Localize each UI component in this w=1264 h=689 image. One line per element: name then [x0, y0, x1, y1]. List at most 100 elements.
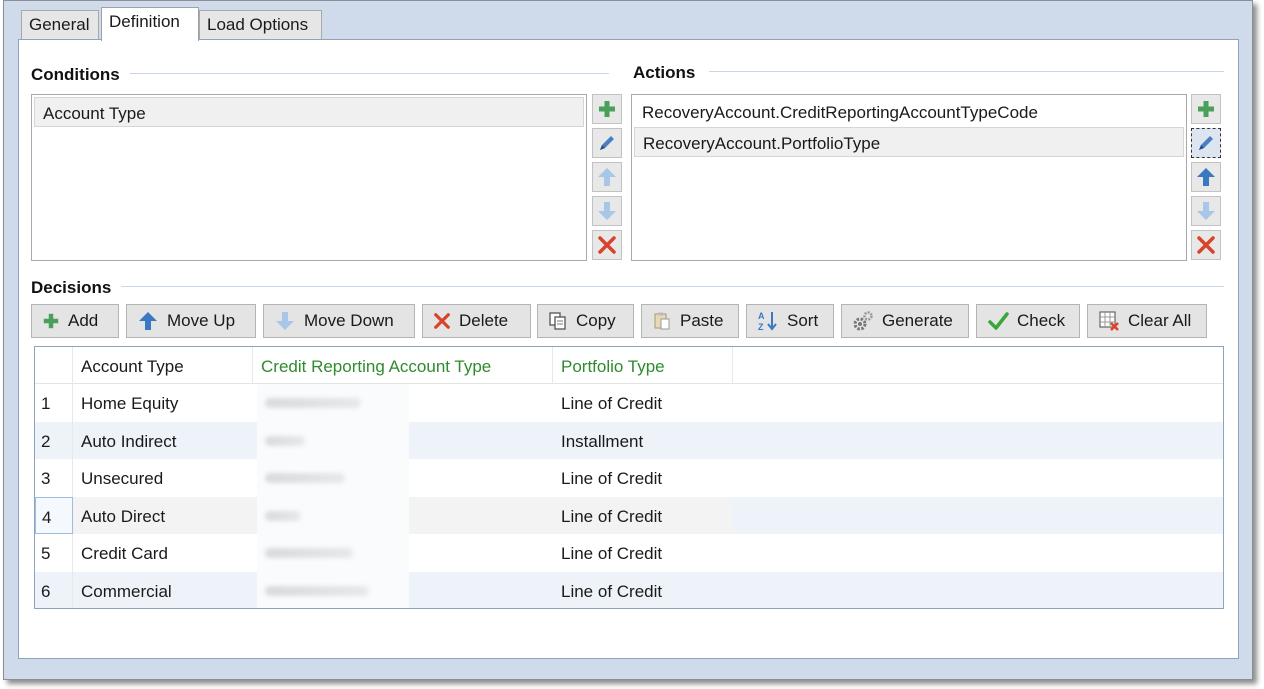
decisions-title: Decisions [31, 278, 122, 298]
header-portfolio-type[interactable]: Portfolio Type [553, 347, 733, 384]
copy-icon [549, 312, 566, 330]
row-number: 3 [35, 459, 73, 497]
conditions-delete-button[interactable] [592, 230, 622, 260]
table-row[interactable]: 1 Home Equity Line of Credit [35, 384, 1223, 422]
cell-account-type[interactable]: Auto Direct [73, 497, 173, 535]
checkmark-icon [988, 312, 1009, 330]
decisions-divider [119, 286, 1224, 287]
pencil-icon [1199, 136, 1213, 150]
cell-account-type[interactable]: Commercial [73, 572, 180, 609]
conditions-edit-button[interactable] [592, 128, 622, 158]
check-button-label: Check [1017, 311, 1066, 330]
paste-button[interactable]: Paste [641, 304, 739, 338]
sort-az-icon: AZ [758, 311, 777, 332]
grid-header: Account Type Credit Reporting Account Ty… [35, 347, 1223, 384]
move-down-button-label: Move Down [304, 311, 394, 330]
actions-list[interactable]: RecoveryAccount.CreditReportingAccountTy… [631, 94, 1187, 261]
actions-move-up-button[interactable] [1191, 162, 1221, 192]
conditions-divider [119, 73, 609, 74]
generate-button-label: Generate [882, 311, 953, 330]
add-button-label: Add [68, 311, 99, 330]
cell-account-type[interactable]: Unsecured [73, 459, 171, 497]
cell-credit-reporting-redacted[interactable] [257, 459, 409, 497]
move-up-button-label: Move Up [167, 311, 236, 330]
paste-button-label: Paste [680, 311, 724, 330]
cell-account-type[interactable]: Credit Card [73, 534, 176, 572]
move-up-button[interactable]: Move Up [126, 304, 256, 338]
sort-button[interactable]: AZ Sort [746, 304, 834, 338]
row-number: 4 [35, 496, 73, 534]
conditions-move-up-button[interactable] [592, 162, 622, 192]
copy-button-label: Copy [576, 311, 616, 330]
cell-portfolio-type[interactable]: Line of Credit [553, 497, 670, 535]
cell-portfolio-type[interactable]: Installment [553, 422, 651, 460]
delete-x-icon [434, 313, 450, 329]
table-row[interactable]: 5 Credit Card Line of Credit [35, 534, 1223, 572]
actions-move-down-button[interactable] [1191, 196, 1221, 226]
cell-credit-reporting-redacted[interactable] [257, 384, 409, 422]
cell-account-type[interactable]: Auto Indirect [73, 422, 184, 460]
row-number: 6 [35, 571, 73, 608]
cell-portfolio-type[interactable]: Line of Credit [553, 572, 670, 609]
decisions-grid[interactable]: Account Type Credit Reporting Account Ty… [34, 346, 1224, 609]
table-row[interactable]: 2 Auto Indirect Installment [35, 421, 1223, 460]
clear-all-button-label: Clear All [1128, 311, 1192, 330]
svg-text:A: A [758, 311, 765, 321]
table-row[interactable]: 6 Commercial Line of Credit [35, 571, 1223, 609]
actions-item-portfolio-type[interactable]: RecoveryAccount.PortfolioType [634, 127, 1184, 157]
conditions-move-down-button[interactable] [592, 196, 622, 226]
arrow-down-icon [1197, 202, 1215, 220]
arrow-up-icon [139, 312, 157, 330]
actions-delete-button[interactable] [1191, 230, 1221, 260]
arrow-down-icon [598, 202, 616, 220]
cell-credit-reporting-redacted[interactable] [257, 421, 409, 459]
cell-portfolio-type[interactable]: Line of Credit [553, 459, 670, 497]
conditions-add-button[interactable] [592, 94, 622, 124]
clear-all-button[interactable]: Clear All [1087, 304, 1207, 338]
cell-portfolio-type[interactable]: Line of Credit [553, 384, 670, 422]
sort-button-label: Sort [787, 311, 819, 330]
plus-icon [599, 101, 615, 117]
conditions-title: Conditions [31, 65, 130, 85]
actions-item-credit-reporting[interactable]: RecoveryAccount.CreditReportingAccountTy… [634, 97, 1184, 127]
row-number: 5 [35, 534, 73, 572]
paste-icon [654, 312, 670, 330]
cell-account-type[interactable]: Home Equity [73, 384, 186, 422]
actions-divider [709, 71, 1224, 72]
svg-text:Z: Z [758, 322, 764, 332]
row-number-header [35, 347, 73, 384]
delete-x-icon [598, 236, 616, 254]
plus-icon [1198, 101, 1214, 117]
delete-button[interactable]: Delete [422, 304, 531, 338]
conditions-list[interactable]: Account Type [31, 94, 587, 261]
copy-button[interactable]: Copy [537, 304, 634, 338]
conditions-item-account-type[interactable]: Account Type [34, 97, 584, 127]
definition-panel: Conditions Account Type Actions Recovery… [18, 39, 1239, 659]
tab-load-options[interactable]: Load Options [199, 10, 322, 40]
tab-general[interactable]: General [21, 10, 99, 40]
actions-add-button[interactable] [1191, 94, 1221, 124]
pencil-icon [600, 136, 614, 150]
generate-button[interactable]: Generate [841, 304, 969, 338]
cell-credit-reporting-redacted[interactable] [257, 496, 409, 534]
actions-edit-button[interactable] [1191, 128, 1221, 158]
delete-button-label: Delete [459, 311, 509, 330]
arrow-up-icon [598, 168, 616, 186]
clear-grid-icon [1099, 311, 1119, 331]
cell-portfolio-type[interactable]: Line of Credit [553, 534, 670, 572]
header-account-type[interactable]: Account Type [73, 347, 253, 384]
cell-credit-reporting-redacted[interactable] [257, 534, 409, 572]
add-button[interactable]: Add [31, 304, 119, 338]
header-credit-reporting-account-type[interactable]: Credit Reporting Account Type [253, 347, 553, 384]
arrow-down-icon [276, 312, 294, 330]
row-number: 2 [35, 421, 73, 459]
gears-icon [853, 311, 873, 331]
cell-credit-reporting-redacted[interactable] [257, 571, 409, 608]
tab-definition[interactable]: Definition [101, 7, 199, 41]
delete-x-icon [1197, 236, 1215, 254]
check-button[interactable]: Check [976, 304, 1080, 338]
table-row[interactable]: 4 Auto Direct Line of Credit [35, 496, 1223, 535]
table-row[interactable]: 3 Unsecured Line of Credit [35, 459, 1223, 497]
move-down-button[interactable]: Move Down [263, 304, 415, 338]
actions-title: Actions [633, 63, 706, 83]
